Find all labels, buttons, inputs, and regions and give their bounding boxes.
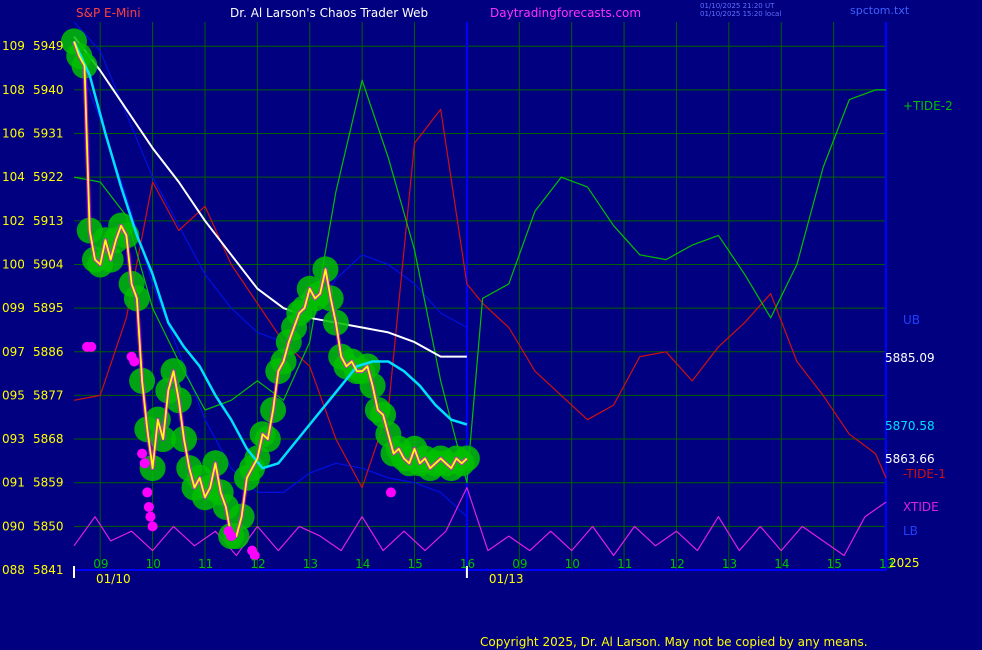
signal-dot (145, 511, 156, 522)
cyan-ma-value: 5870.58 (885, 419, 935, 433)
chart-series (61, 21, 887, 561)
y-left-label: 091 (2, 476, 25, 490)
y-left-label: 090 (2, 519, 25, 533)
y-left-label: 095 (2, 388, 25, 402)
x-hour-label: 11 (617, 557, 632, 571)
y-left-label: 108 (2, 83, 25, 97)
y-price-label: 5859 (33, 476, 64, 490)
y-left-label: 106 (2, 127, 25, 141)
tide2-label: +TIDE-2 (903, 99, 953, 113)
x-hour-label: 10 (146, 557, 161, 571)
y-price-label: 5931 (33, 127, 64, 141)
upper-band-label: UB (903, 313, 921, 327)
data-file-name: spctom.txt (850, 4, 910, 17)
y-price-label: 5913 (33, 214, 64, 228)
x-hour-label: 15 (408, 557, 423, 571)
x-hour-label: 13 (722, 557, 737, 571)
timestamp-local: 01/10/2025 15:20 local (700, 10, 782, 18)
price-chart: 109 5949 108 5940 106 5931 104 5922 102 5913 100 59… (2, 21, 894, 586)
signal-dot (226, 531, 237, 542)
signal-dot (142, 487, 153, 498)
x-hour-label: 09 (512, 557, 527, 571)
x-hour-label: 14 (774, 557, 789, 571)
site-link[interactable]: Daytradingforecasts.com (490, 6, 641, 20)
x-hour-label: 16 (460, 557, 475, 571)
x-hour-label: 11 (198, 557, 213, 571)
page-title: Dr. Al Larson's Chaos Trader Web (230, 6, 429, 20)
y-left-label: 088 (2, 563, 25, 577)
tide2-line (73, 79, 886, 484)
signal-dot (143, 501, 154, 512)
x-hour-label: 13 (303, 557, 318, 571)
symbol-title: S&P E-Mini (76, 6, 141, 20)
x-hour-label: 10 (565, 557, 580, 571)
signal-dot (86, 341, 97, 352)
signal-dot (129, 356, 140, 367)
timestamp-ut: 01/10/2025 21:20 UT (700, 2, 775, 10)
tide1-label: -TIDE-1 (903, 467, 946, 481)
signal-dot (137, 448, 148, 459)
signal-dot (385, 487, 396, 498)
tide1-line (73, 108, 887, 489)
signal-dot (139, 458, 150, 469)
x-hour-label: 15 (827, 557, 842, 571)
y-left-label: 093 (2, 432, 25, 446)
y-price-label: 5877 (33, 388, 64, 402)
y-left-label: 099 (2, 301, 25, 315)
copyright-notice: Copyright 2025, Dr. Al Larson. May not b… (480, 635, 868, 649)
x-hour-label: 12 (669, 557, 684, 571)
year-label: 2025 (889, 556, 920, 570)
x-hour-label: 12 (250, 557, 265, 571)
x-hour-label: 14 (355, 557, 370, 571)
y-price-label: 5904 (33, 257, 64, 271)
y-left-label: 097 (2, 345, 25, 359)
price-line (73, 41, 468, 537)
y-left-label: 102 (2, 214, 25, 228)
y-price-label: 5922 (33, 170, 64, 184)
y-price-label: 5949 (33, 39, 64, 53)
lower-band-label: LB (903, 524, 918, 538)
y-left-label: 100 (2, 257, 25, 271)
x-hour-label: 09 (93, 557, 108, 571)
y-left-label: 104 (2, 170, 25, 184)
y-price-label: 5895 (33, 301, 64, 315)
signal-dot (147, 521, 158, 532)
white-ma-value: 5885.09 (885, 351, 935, 365)
y-price-label: 5841 (33, 563, 64, 577)
last-price-value: 5863.66 (885, 452, 935, 466)
y-left-label: 109 (2, 39, 25, 53)
y-price-label: 5940 (33, 83, 64, 97)
y-price-label: 5850 (33, 519, 64, 533)
date-label: 01/10 (96, 572, 131, 586)
xtide-label: XTIDE (903, 500, 939, 514)
y-price-label: 5886 (33, 345, 64, 359)
y-price-label: 5868 (33, 432, 64, 446)
date-label: 01/13 (489, 572, 524, 586)
